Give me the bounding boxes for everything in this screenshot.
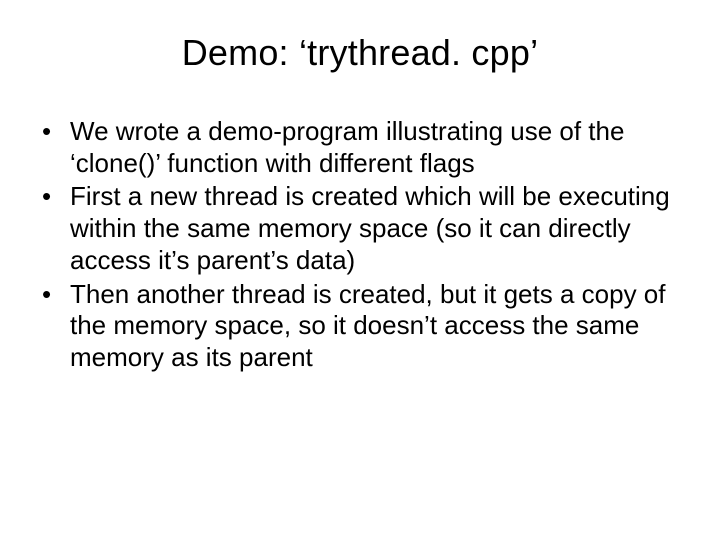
bullet-list: We wrote a demo-program illustrating use… <box>34 116 686 374</box>
bullet-item: Then another thread is created, but it g… <box>42 279 686 374</box>
slide: Demo: ‘trythread. cpp’ We wrote a demo-p… <box>0 0 720 540</box>
bullet-item: First a new thread is created which will… <box>42 181 686 276</box>
slide-title: Demo: ‘trythread. cpp’ <box>34 32 686 74</box>
bullet-item: We wrote a demo-program illustrating use… <box>42 116 686 179</box>
